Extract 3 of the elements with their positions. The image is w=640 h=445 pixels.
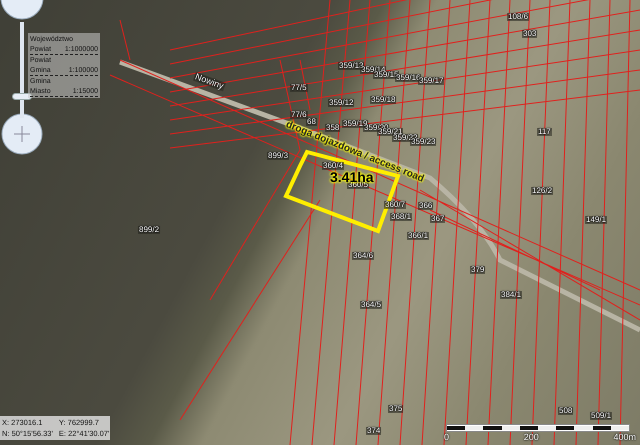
zoom-out-button[interactable]: [0, 0, 44, 20]
zoom-in-button[interactable]: [2, 114, 42, 154]
zoom-slider-thumb[interactable]: [12, 93, 32, 100]
